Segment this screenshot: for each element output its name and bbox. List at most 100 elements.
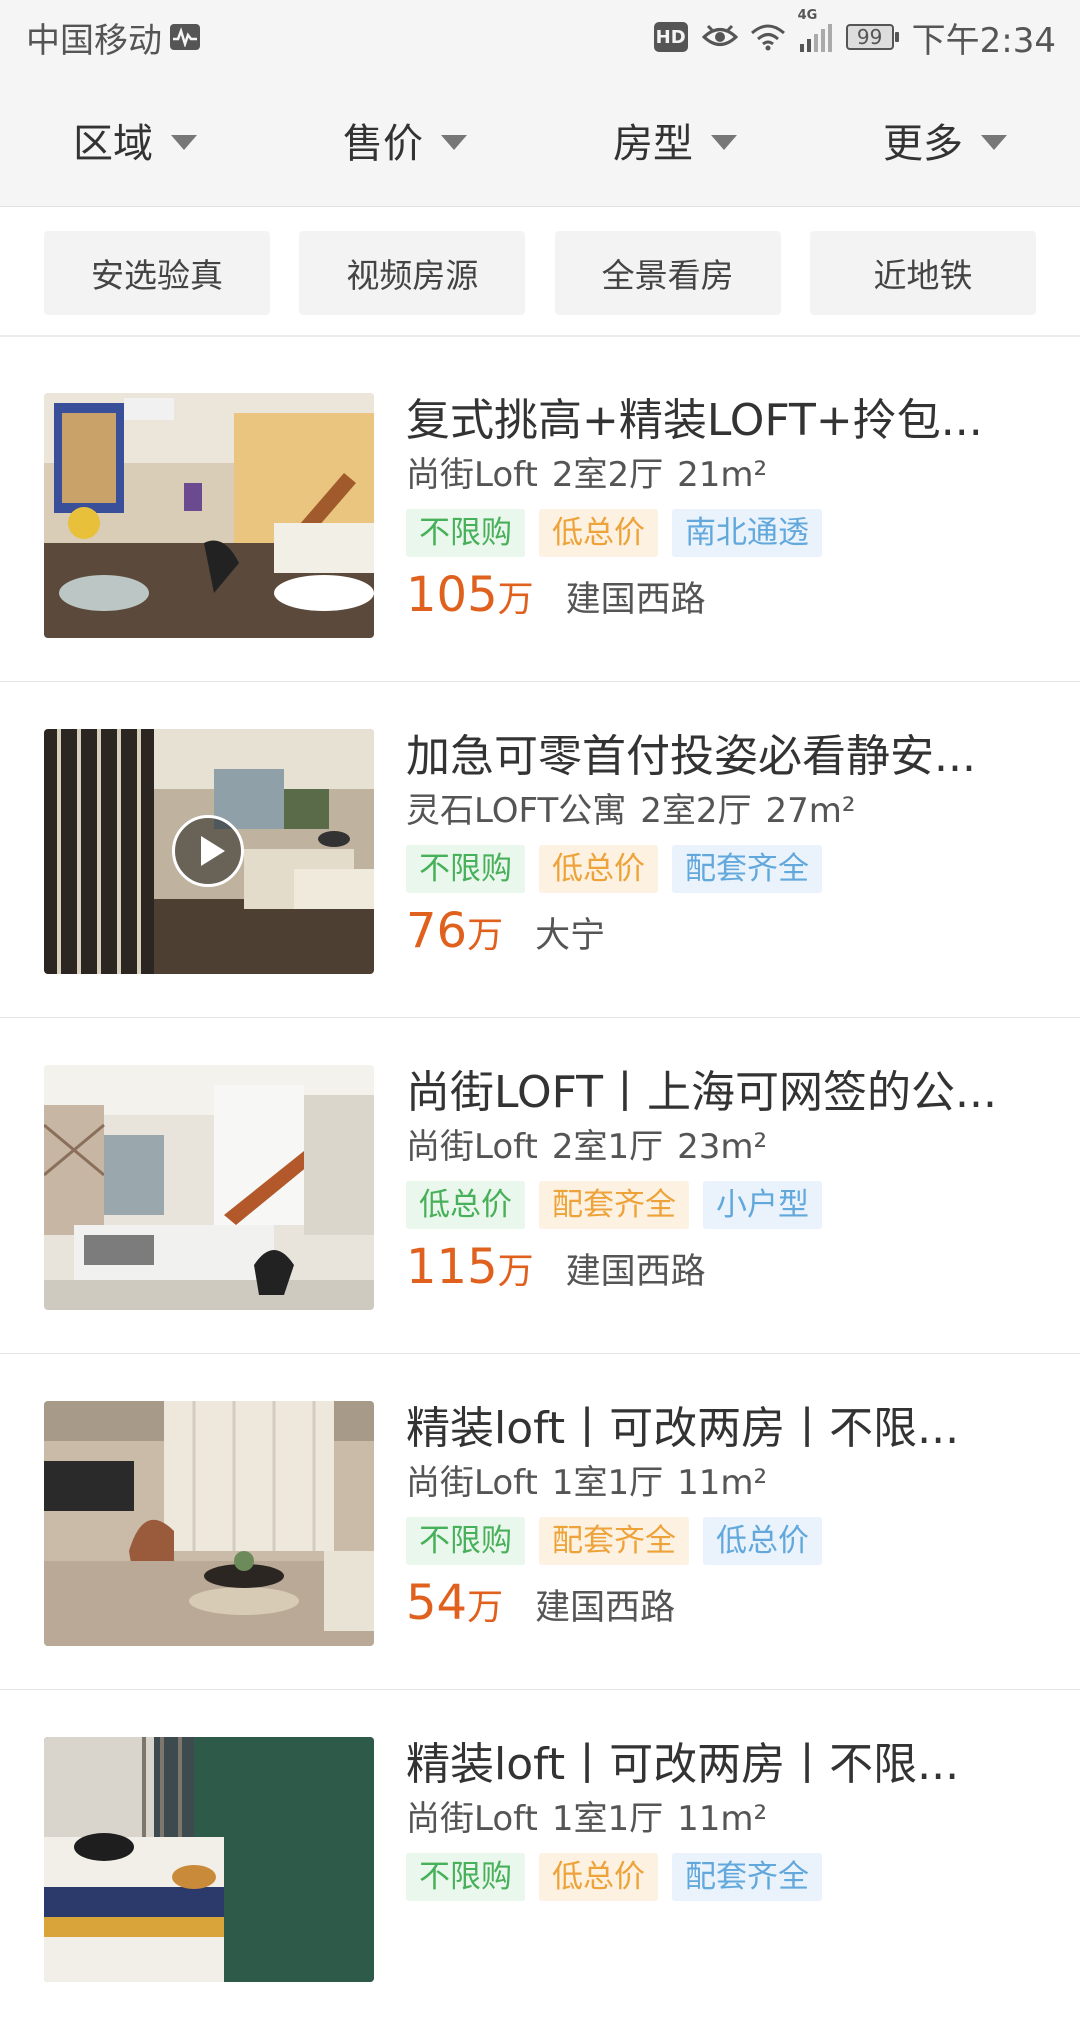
- listing-tag: 南北通透: [672, 509, 822, 557]
- listing-layout: 2室2厅: [640, 791, 752, 831]
- play-video-icon[interactable]: [172, 815, 244, 887]
- listing-price: 54: [406, 1575, 468, 1631]
- quick-tag-panorama[interactable]: 全景看房: [554, 231, 781, 315]
- listing-meta: 尚街Loft 1室1厅 11m²: [406, 1797, 1046, 1841]
- listing-tag: 不限购: [406, 509, 525, 557]
- listing-tag: 小户型: [703, 1181, 822, 1229]
- quick-tag-metro[interactable]: 近地铁: [809, 231, 1036, 315]
- listing-price-row: 115 万 建国西路: [406, 1239, 1046, 1295]
- filter-label: 售价: [343, 121, 423, 167]
- listing-layout: 2室2厅: [551, 455, 664, 495]
- filter-bar: 区域 售价 房型 更多: [0, 74, 1080, 207]
- listing-area: 建国西路: [565, 1252, 706, 1292]
- listing-price-unit: 万: [467, 1587, 504, 1628]
- listing-community: 尚街Loft: [406, 1799, 538, 1839]
- listing-tags: 低总价 配套齐全 小户型: [406, 1181, 1046, 1229]
- status-left: 中国移动: [26, 13, 200, 62]
- listing-info: 加急可零首付投姿必看静安... 灵石LOFT公寓 2室2厅 27m² 不限购 低…: [406, 729, 1046, 959]
- listing-meta: 尚街Loft 2室2厅 21m²: [406, 453, 1046, 497]
- listing-tag: 低总价: [539, 845, 658, 893]
- listing-price-row: 54 万 建国西路: [406, 1575, 1046, 1631]
- listing-tag: 低总价: [703, 1517, 822, 1565]
- listing-tags: 不限购 低总价 南北通透: [406, 509, 1046, 557]
- listing-card[interactable]: 精装loft丨可改两房丨不限... 尚街Loft 1室1厅 11m² 不限购 低…: [0, 1690, 1080, 2026]
- listing-tag: 不限购: [406, 845, 525, 893]
- listing-size: 23m²: [677, 1127, 768, 1167]
- listing-tag: 配套齐全: [672, 845, 822, 893]
- listing-card[interactable]: 加急可零首付投姿必看静安... 灵石LOFT公寓 2室2厅 27m² 不限购 低…: [0, 682, 1080, 1018]
- listing-title: 精装loft丨可改两房丨不限...: [406, 1403, 960, 1454]
- listing-list: 复式挑高+精装LOFT+拎包... 尚街Loft 2室2厅 21m² 不限购 低…: [0, 346, 1080, 2026]
- listing-title: 精装loft丨可改两房丨不限...: [406, 1739, 960, 1790]
- listing-size: 27m²: [765, 791, 856, 831]
- listing-area: 建国西路: [535, 1588, 676, 1628]
- listing-size: 11m²: [677, 1463, 768, 1503]
- listing-price-unit: 万: [497, 579, 534, 620]
- listing-layout: 1室1厅: [551, 1799, 664, 1839]
- listing-info: 精装loft丨可改两房丨不限... 尚街Loft 1室1厅 11m² 不限购 低…: [406, 1737, 1046, 1901]
- listing-layout: 1室1厅: [551, 1463, 664, 1503]
- listing-area: 大宁: [535, 916, 606, 956]
- hd-icon: HD: [653, 22, 688, 52]
- listing-tags: 不限购 配套齐全 低总价: [406, 1517, 1046, 1565]
- listing-card[interactable]: 复式挑高+精装LOFT+拎包... 尚街Loft 2室2厅 21m² 不限购 低…: [0, 346, 1080, 682]
- listing-photo: [44, 1737, 374, 1982]
- listing-size: 21m²: [677, 455, 768, 495]
- filter-label: 房型: [613, 121, 693, 167]
- activity-icon: [170, 24, 200, 50]
- listing-photo: [44, 729, 374, 974]
- listing-title: 复式挑高+精装LOFT+拎包...: [406, 395, 983, 446]
- filter-layout[interactable]: 房型: [540, 74, 810, 206]
- listing-tag: 不限购: [406, 1853, 525, 1901]
- listing-card[interactable]: 尚街LOFT丨上海可网签的公... 尚街Loft 2室1厅 23m² 低总价 配…: [0, 1018, 1080, 1354]
- listing-price: 76: [406, 903, 468, 959]
- listing-tag: 配套齐全: [672, 1853, 822, 1901]
- listing-photo: [44, 1065, 374, 1310]
- caret-down-icon: [711, 134, 737, 150]
- listing-tags: 不限购 低总价 配套齐全: [406, 1853, 1046, 1901]
- listing-tag: 配套齐全: [539, 1181, 689, 1229]
- listing-price-unit: 万: [467, 915, 504, 956]
- listing-meta: 尚街Loft 1室1厅 11m²: [406, 1461, 1046, 1505]
- quick-tags-bar: 安选验真 视频房源 全景看房 近地铁: [0, 207, 1080, 337]
- listing-tag: 低总价: [406, 1181, 525, 1229]
- listing-tag: 低总价: [539, 1853, 658, 1901]
- listing-info: 精装loft丨可改两房丨不限... 尚街Loft 1室1厅 11m² 不限购 配…: [406, 1401, 1046, 1631]
- listing-tag: 不限购: [406, 1517, 525, 1565]
- battery-level: 99: [856, 25, 883, 49]
- listing-tag: 配套齐全: [539, 1517, 689, 1565]
- listing-community: 灵石LOFT公寓: [406, 791, 627, 831]
- filter-more[interactable]: 更多: [810, 74, 1080, 206]
- network-type-label: 4G: [797, 8, 818, 23]
- listing-community: 尚街Loft: [406, 1127, 538, 1167]
- listing-photo: [44, 1401, 374, 1646]
- listing-price-row: 105 万 建国西路: [406, 567, 1046, 623]
- signal-icon: 4G: [798, 8, 834, 52]
- listing-size: 11m²: [677, 1799, 768, 1839]
- eye-icon: [701, 24, 738, 50]
- listing-title: 加急可零首付投姿必看静安...: [406, 731, 976, 782]
- listing-price: 115: [406, 1239, 498, 1295]
- quick-tag-verified[interactable]: 安选验真: [44, 231, 270, 315]
- filter-label: 更多: [883, 121, 963, 167]
- listing-info: 复式挑高+精装LOFT+拎包... 尚街Loft 2室2厅 21m² 不限购 低…: [406, 393, 1046, 623]
- listing-price-row: 76 万 大宁: [406, 903, 1046, 959]
- listing-card[interactable]: 精装loft丨可改两房丨不限... 尚街Loft 1室1厅 11m² 不限购 配…: [0, 1354, 1080, 1690]
- listing-price: 105: [406, 567, 498, 623]
- filter-region[interactable]: 区域: [0, 74, 270, 206]
- listing-price-unit: 万: [497, 1251, 534, 1292]
- listing-title: 尚街LOFT丨上海可网签的公...: [406, 1067, 997, 1118]
- status-right: HD 4G 99 下午2:34: [653, 8, 1056, 62]
- listing-meta: 灵石LOFT公寓 2室2厅 27m²: [406, 789, 1046, 833]
- clock-label: 下午2:34: [911, 20, 1056, 61]
- listing-community: 尚街Loft: [406, 1463, 538, 1503]
- status-bar: 中国移动 HD 4G 99 下午2:34: [0, 0, 1080, 74]
- quick-tag-video[interactable]: 视频房源: [299, 231, 526, 315]
- battery-icon: 99: [845, 24, 899, 50]
- filter-price[interactable]: 售价: [270, 74, 540, 206]
- wifi-icon: [750, 23, 786, 51]
- listing-layout: 2室1厅: [551, 1127, 664, 1167]
- listing-tag: 低总价: [539, 509, 658, 557]
- listing-tags: 不限购 低总价 配套齐全: [406, 845, 1046, 893]
- listing-area: 建国西路: [565, 580, 706, 620]
